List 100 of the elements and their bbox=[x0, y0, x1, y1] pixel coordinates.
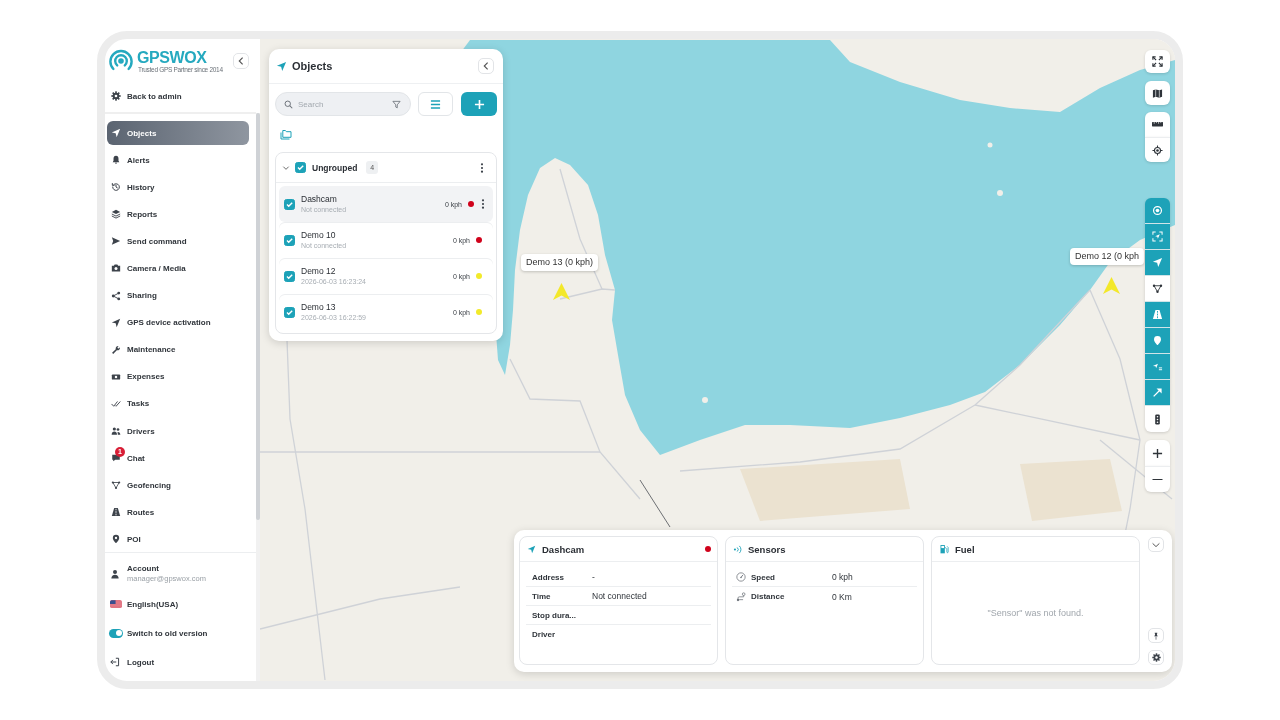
menu-item[interactable]: Objects bbox=[107, 121, 249, 145]
send-icon bbox=[111, 236, 121, 247]
road-icon bbox=[111, 507, 121, 518]
pin-icon bbox=[111, 534, 121, 545]
folder-icon[interactable] bbox=[280, 128, 292, 140]
search-input[interactable]: Search bbox=[298, 97, 387, 111]
people-icon bbox=[111, 426, 121, 437]
object-name: Demo 13 bbox=[301, 301, 336, 313]
checkbox[interactable] bbox=[284, 270, 295, 282]
locate-button[interactable] bbox=[1145, 137, 1170, 162]
kebab-menu-icon[interactable] bbox=[481, 199, 485, 209]
card-title: Dashcam bbox=[542, 543, 585, 555]
triangle-nodes-icon bbox=[1152, 283, 1163, 294]
field-value: 0 kph bbox=[832, 572, 853, 582]
person-icon bbox=[110, 569, 120, 580]
gauge-icon bbox=[736, 572, 746, 582]
menu-item[interactable]: History bbox=[107, 175, 249, 200]
menu-item[interactable]: POI bbox=[107, 527, 249, 552]
vehicle-label: Demo 13 (0 kph) bbox=[521, 254, 599, 271]
kebab-menu-icon[interactable] bbox=[480, 162, 484, 173]
menu-item[interactable]: Send command bbox=[107, 229, 249, 254]
menu-item[interactable]: Reports bbox=[107, 202, 249, 227]
menu-item[interactable]: Drivers bbox=[107, 419, 249, 444]
locate-icon bbox=[1152, 144, 1163, 156]
plus-icon bbox=[1152, 447, 1163, 459]
menu-item[interactable]: GPS device activation bbox=[107, 310, 249, 335]
menu-item[interactable]: Tasks bbox=[107, 391, 249, 416]
account-label[interactable]: Account bbox=[127, 564, 206, 575]
vehicle-marker-icon[interactable] bbox=[1103, 277, 1120, 294]
frame-arrow-icon bbox=[1152, 231, 1163, 242]
search-icon bbox=[284, 99, 293, 109]
traffic-light-icon bbox=[1152, 413, 1163, 425]
settings-button[interactable] bbox=[1148, 650, 1164, 665]
pin-icon bbox=[1152, 335, 1163, 346]
broadcast-icon bbox=[1152, 205, 1163, 216]
menu-item[interactable]: Sharing bbox=[107, 283, 249, 308]
object-name: Demo 10 bbox=[301, 229, 336, 241]
map-tool-button[interactable] bbox=[1145, 406, 1170, 432]
ruler-icon bbox=[1152, 122, 1163, 127]
chevron-left-icon bbox=[237, 57, 245, 65]
collapse-details-button[interactable] bbox=[1148, 537, 1164, 552]
empty-state-message: "Sensor" was not found. bbox=[987, 608, 1084, 618]
vehicle-marker-icon[interactable] bbox=[553, 283, 570, 300]
fullscreen-button[interactable] bbox=[1145, 50, 1170, 73]
route-icon bbox=[736, 591, 746, 602]
field-value: Not connected bbox=[592, 591, 647, 601]
map-layers-button[interactable] bbox=[1145, 81, 1170, 105]
checkbox[interactable] bbox=[284, 234, 295, 246]
scrollbar-thumb[interactable] bbox=[256, 113, 260, 520]
menu-item[interactable]: Routes bbox=[107, 500, 249, 525]
navigation-arrow-icon bbox=[111, 128, 121, 138]
logout-link[interactable]: Logout bbox=[110, 651, 256, 674]
menu-item[interactable]: Camera / Media bbox=[107, 256, 249, 281]
filter-icon[interactable] bbox=[392, 99, 401, 109]
menu-item[interactable]: Expenses bbox=[107, 364, 249, 389]
collapse-sidebar-button[interactable] bbox=[233, 53, 249, 69]
gear-icon bbox=[111, 91, 121, 101]
object-name: Dashcam bbox=[301, 193, 337, 205]
chevron-down-icon[interactable] bbox=[282, 163, 290, 172]
search-field[interactable]: Search bbox=[275, 92, 411, 116]
camera-icon bbox=[111, 263, 121, 274]
map-tool-button[interactable] bbox=[1145, 276, 1170, 302]
gear-icon bbox=[1151, 653, 1161, 662]
toggle-switch[interactable] bbox=[109, 628, 123, 638]
menu-item[interactable]: Geofencing bbox=[107, 473, 249, 498]
menu-item[interactable]: Maintenance bbox=[107, 337, 249, 362]
minus-icon bbox=[1152, 478, 1163, 481]
navigation-arrow-icon bbox=[527, 544, 536, 554]
triangle-nodes-icon bbox=[111, 480, 121, 491]
field-label: Stop dura... bbox=[532, 610, 577, 620]
pushpin-icon bbox=[1152, 631, 1160, 640]
field-value: - bbox=[592, 572, 595, 582]
field-label: Distance bbox=[751, 592, 786, 601]
back-to-admin-link[interactable]: Back to admin bbox=[105, 85, 256, 107]
flag-icon bbox=[110, 600, 122, 609]
logout-icon bbox=[110, 657, 120, 668]
checkbox[interactable] bbox=[284, 198, 295, 210]
layers-icon bbox=[111, 209, 121, 220]
list-view-button[interactable] bbox=[418, 92, 453, 116]
logo-text: GPSWOX bbox=[137, 48, 208, 66]
wrench-icon bbox=[111, 344, 121, 355]
history-icon bbox=[111, 182, 121, 193]
group-name: Ungrouped bbox=[312, 162, 358, 173]
menu-icon bbox=[430, 98, 441, 110]
add-button[interactable] bbox=[461, 92, 497, 116]
language-selector[interactable]: English(USA) bbox=[110, 593, 256, 616]
ruler-button[interactable] bbox=[1145, 112, 1170, 137]
zoom-in-button[interactable] bbox=[1145, 440, 1170, 466]
chevron-down-icon bbox=[1152, 540, 1160, 549]
chevron-left-icon bbox=[482, 62, 490, 70]
share-icon bbox=[111, 290, 121, 301]
checkbox[interactable] bbox=[284, 306, 295, 318]
object-name: Demo 12 bbox=[301, 265, 336, 277]
pin-button[interactable] bbox=[1148, 628, 1164, 643]
card-title: Sensors bbox=[748, 543, 786, 555]
fullscreen-icon bbox=[1152, 56, 1163, 67]
checkbox[interactable] bbox=[295, 162, 306, 173]
collapse-panel-button[interactable] bbox=[478, 58, 494, 74]
menu-item[interactable]: Alerts bbox=[107, 148, 249, 173]
signal-waves-icon bbox=[733, 544, 742, 554]
